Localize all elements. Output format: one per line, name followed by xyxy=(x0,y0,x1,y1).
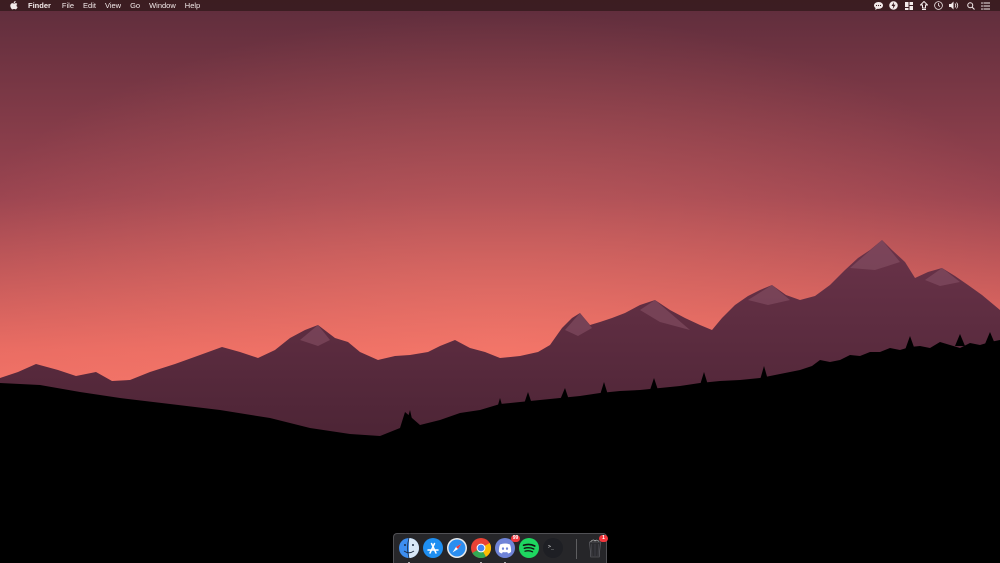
notification-badge: 1 xyxy=(599,535,608,542)
desktop[interactable]: Finder File Edit View Go Window Help 99 … xyxy=(0,0,1000,563)
terminal-icon: >_ xyxy=(543,538,563,558)
grid-icon[interactable] xyxy=(904,1,913,10)
app-store-icon xyxy=(423,538,443,558)
dock: 99 >_ 1 xyxy=(393,533,608,563)
chrome-icon xyxy=(471,538,492,559)
wallpaper xyxy=(0,0,1000,563)
spotify-icon xyxy=(519,538,539,558)
menu-bar: Finder File Edit View Go Window Help xyxy=(0,0,1000,11)
dock-terminal[interactable]: >_ xyxy=(542,537,564,559)
dock-chrome[interactable] xyxy=(470,537,492,563)
status-area xyxy=(868,0,990,11)
apple-menu-icon[interactable] xyxy=(10,1,18,10)
search-icon[interactable] xyxy=(966,1,975,10)
dock-separator xyxy=(576,539,577,559)
menu-help[interactable]: Help xyxy=(185,0,200,11)
dock-finder[interactable] xyxy=(398,537,420,563)
upload-arrow-icon[interactable] xyxy=(919,1,928,10)
dock-trash[interactable]: 1 xyxy=(584,535,608,559)
dock-app-store[interactable] xyxy=(422,537,444,559)
menu-edit[interactable]: Edit xyxy=(83,0,96,11)
dock-safari[interactable] xyxy=(446,537,468,559)
menu-app-name[interactable]: Finder xyxy=(28,0,51,11)
menu-view[interactable]: View xyxy=(105,0,121,11)
clock-icon[interactable] xyxy=(934,1,943,10)
volume-icon[interactable] xyxy=(949,1,960,10)
menu-go[interactable]: Go xyxy=(130,0,140,11)
control-center-icon[interactable] xyxy=(981,1,990,10)
bolt-icon[interactable] xyxy=(889,1,898,10)
terminal-glyph: >_ xyxy=(548,544,555,550)
dock-spotify[interactable] xyxy=(518,537,540,559)
finder-icon xyxy=(399,537,419,559)
dock-discord[interactable]: 99 xyxy=(494,535,520,563)
chat-bubble-icon[interactable] xyxy=(874,1,883,10)
menu-file[interactable]: File xyxy=(62,0,74,11)
menu-window[interactable]: Window xyxy=(149,0,176,11)
safari-icon xyxy=(447,538,467,558)
